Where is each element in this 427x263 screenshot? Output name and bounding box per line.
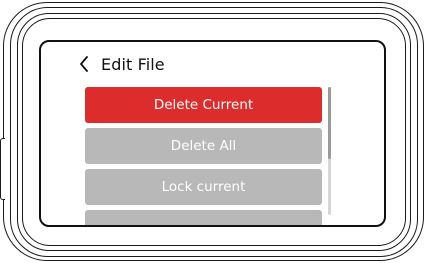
lock-current-button[interactable]: Lock current <box>85 169 322 205</box>
chevron-left-icon[interactable] <box>79 55 93 73</box>
back-navigation[interactable]: Edit File <box>79 53 165 75</box>
next-menu-item[interactable] <box>85 210 322 225</box>
scrollbar-thumb[interactable] <box>328 87 331 159</box>
page-title: Edit File <box>101 54 165 74</box>
delete-current-button[interactable]: Delete Current <box>85 87 322 123</box>
delete-all-button[interactable]: Delete All <box>85 128 322 164</box>
menu-item-label: Delete All <box>170 138 237 154</box>
scrollbar[interactable] <box>328 87 331 215</box>
side-button[interactable] <box>0 138 5 200</box>
device-screen: Edit File Delete Current Delete All Lock… <box>39 40 386 227</box>
menu-item-label: Delete Current <box>153 97 254 113</box>
menu-item-label: Lock current <box>161 179 246 195</box>
